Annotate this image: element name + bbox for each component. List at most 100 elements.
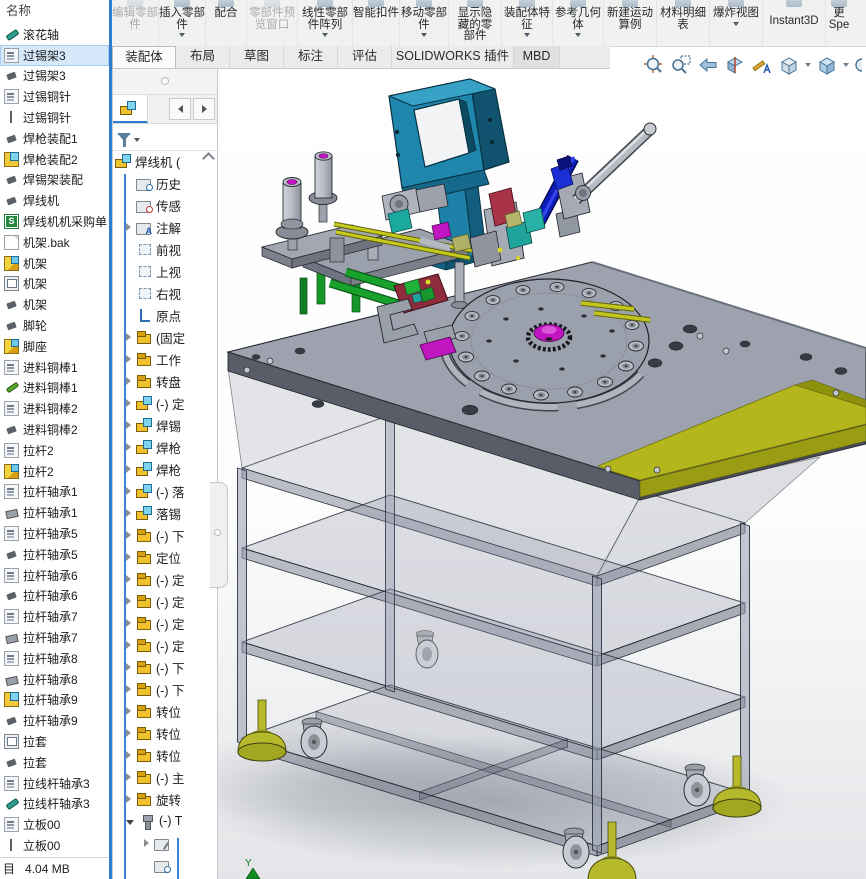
ribbon-button-instant3d[interactable]: Instant3D	[763, 0, 826, 46]
feature-tree-item[interactable]: 传感	[113, 194, 217, 216]
file-list-item[interactable]: 拉杆轴承1	[0, 502, 109, 523]
expand-arrow-icon[interactable]	[126, 685, 131, 693]
expand-arrow-icon[interactable]	[126, 773, 131, 781]
feature-tree-item[interactable]: 历史	[113, 172, 217, 194]
feature-tree-item[interactable]: 原点	[113, 304, 217, 326]
file-list-item[interactable]: 进料铜棒2	[0, 419, 109, 440]
expand-arrow-icon[interactable]	[126, 377, 131, 385]
feature-tree-item[interactable]	[113, 854, 217, 876]
splitter-knob-icon[interactable]	[161, 77, 169, 85]
file-list-item[interactable]: 过锡架3	[0, 44, 109, 66]
feature-tree-item[interactable]: 转盘	[113, 370, 217, 392]
ribbon-button-smart-fasteners[interactable]: 智能扣件	[353, 0, 400, 46]
file-list-item[interactable]: 拉杆轴承6	[0, 586, 109, 607]
feature-tree-item[interactable]: (-) 定	[113, 612, 217, 634]
expand-arrow-icon[interactable]	[126, 729, 131, 737]
display-style-caret[interactable]	[843, 63, 849, 67]
scroll-tabs-left-button[interactable]	[169, 98, 191, 120]
file-list-item[interactable]: 焊线机	[0, 190, 109, 211]
ribbon-button-component-preview[interactable]: 零部件预览窗口	[247, 0, 298, 46]
feature-tree-item[interactable]: (固定	[113, 326, 217, 348]
ribbon-button-edit-component[interactable]: 编辑零部件	[112, 0, 159, 46]
ribbon-button-move-component[interactable]: 移动零部件	[400, 0, 449, 46]
feature-tree-item[interactable]: (-) 下	[113, 678, 217, 700]
feature-tree-item[interactable]: 注解	[113, 216, 217, 238]
ribbon-button-bill-of-materials[interactable]: 材料明细表	[657, 0, 710, 46]
feature-tree-item[interactable]: (-) 定	[113, 590, 217, 612]
ribbon-button-mate[interactable]: 配合	[206, 0, 247, 46]
display-style-icon[interactable]	[816, 54, 838, 76]
file-list-item[interactable]: 焊枪装配2	[0, 149, 109, 170]
file-list-item[interactable]: 拉杆轴承5	[0, 523, 109, 544]
file-list-item[interactable]: 拉杆轴承8	[0, 648, 109, 669]
zoom-to-fit-icon[interactable]	[643, 54, 665, 76]
file-list-item[interactable]: 拉套	[0, 731, 109, 752]
file-list-item[interactable]: 拉套	[0, 752, 109, 773]
file-list-item[interactable]: 机架.bak	[0, 232, 109, 253]
ribbon-button-linear-pattern[interactable]: 线性零部件阵列	[298, 0, 353, 46]
feature-tree-item[interactable]: 焊锡	[113, 414, 217, 436]
file-list-item[interactable]: 拉线杆轴承3	[0, 773, 109, 794]
file-list-item[interactable]: 机架	[0, 253, 109, 274]
assembly-3d-model[interactable]: Y	[218, 46, 866, 879]
tab-assembly[interactable]: 装配体	[112, 46, 176, 68]
tab-layout[interactable]: 布局	[176, 46, 230, 68]
file-list-item[interactable]: 拉杆轴承8	[0, 669, 109, 690]
expand-arrow-icon[interactable]	[126, 509, 131, 517]
expand-arrow-icon[interactable]	[126, 421, 131, 429]
scroll-tabs-right-button[interactable]	[193, 98, 215, 120]
feature-tree-item[interactable]: (-) T	[113, 810, 217, 832]
view-settings-icon[interactable]	[751, 54, 773, 76]
file-list-item[interactable]: 焊枪装配1	[0, 128, 109, 149]
expand-arrow-icon[interactable]	[126, 553, 131, 561]
file-list-item[interactable]: 脚座	[0, 336, 109, 357]
expand-arrow-icon[interactable]	[126, 487, 131, 495]
zoom-to-area-icon[interactable]	[670, 54, 692, 76]
ribbon-button-assembly-features[interactable]: 装配体特征	[502, 0, 553, 46]
file-list-item[interactable]: 拉杆轴承7	[0, 606, 109, 627]
expand-arrow-icon[interactable]	[126, 663, 131, 671]
feature-tree-item[interactable]: 右视	[113, 282, 217, 304]
expand-arrow-icon[interactable]	[126, 597, 131, 605]
tab-annotate[interactable]: 标注	[284, 46, 338, 68]
expand-arrow-icon[interactable]	[144, 839, 149, 847]
file-list-item[interactable]: 拉杆轴承9	[0, 710, 109, 731]
feature-tree-item[interactable]: 工作	[113, 348, 217, 370]
expand-arrow-icon[interactable]	[126, 399, 131, 407]
feature-tree-item[interactable]	[113, 832, 217, 854]
file-list-item[interactable]: 机架	[0, 294, 109, 315]
feature-tree-item[interactable]: 转位	[113, 744, 217, 766]
expand-arrow-icon[interactable]	[126, 333, 131, 341]
file-list-item[interactable]: 进料铜棒1	[0, 378, 109, 399]
feature-tree-item[interactable]: 上视	[113, 260, 217, 282]
ribbon-button-show-hidden[interactable]: 显示隐藏的零部件	[449, 0, 502, 46]
panel-splitter-handle[interactable]	[210, 482, 228, 588]
feature-tree-item[interactable]: (-) 定	[113, 568, 217, 590]
expand-arrow-icon[interactable]	[126, 223, 131, 231]
feature-tree-item[interactable]: 定位	[113, 546, 217, 568]
panel-splitter[interactable]	[113, 68, 217, 95]
feature-tree-item[interactable]: (-) 下	[113, 524, 217, 546]
ribbon-button-insert-component[interactable]: 插入零部件	[159, 0, 206, 46]
expand-arrow-icon[interactable]	[126, 355, 131, 363]
file-list-item[interactable]: 立板00	[0, 814, 109, 835]
expand-arrow-icon[interactable]	[126, 641, 131, 649]
tab-mbd[interactable]: MBD	[514, 46, 560, 68]
hide-show-items-icon[interactable]	[854, 54, 862, 76]
file-list-item[interactable]: 进料铜棒1	[0, 357, 109, 378]
expand-arrow-icon[interactable]	[126, 465, 131, 473]
tab-evaluate[interactable]: 评估	[338, 46, 392, 68]
expand-arrow-icon[interactable]	[126, 819, 134, 825]
file-list-item[interactable]: 拉杆轴承6	[0, 565, 109, 586]
feature-tree-item[interactable]: 旋转	[113, 788, 217, 810]
expand-arrow-icon[interactable]	[126, 531, 131, 539]
feature-tree-item[interactable]: (-) 落	[113, 480, 217, 502]
file-list-item[interactable]: 拉杆2	[0, 440, 109, 461]
ribbon-button-new-motion-study[interactable]: 新建运动算例	[604, 0, 657, 46]
expand-arrow-icon[interactable]	[126, 795, 131, 803]
previous-view-icon[interactable]	[697, 54, 719, 76]
expand-arrow-icon[interactable]	[126, 619, 131, 627]
expand-arrow-icon[interactable]	[126, 575, 131, 583]
file-list-item[interactable]: 过锡铜针	[0, 107, 109, 128]
feature-tree-item[interactable]: (-) 主	[113, 766, 217, 788]
